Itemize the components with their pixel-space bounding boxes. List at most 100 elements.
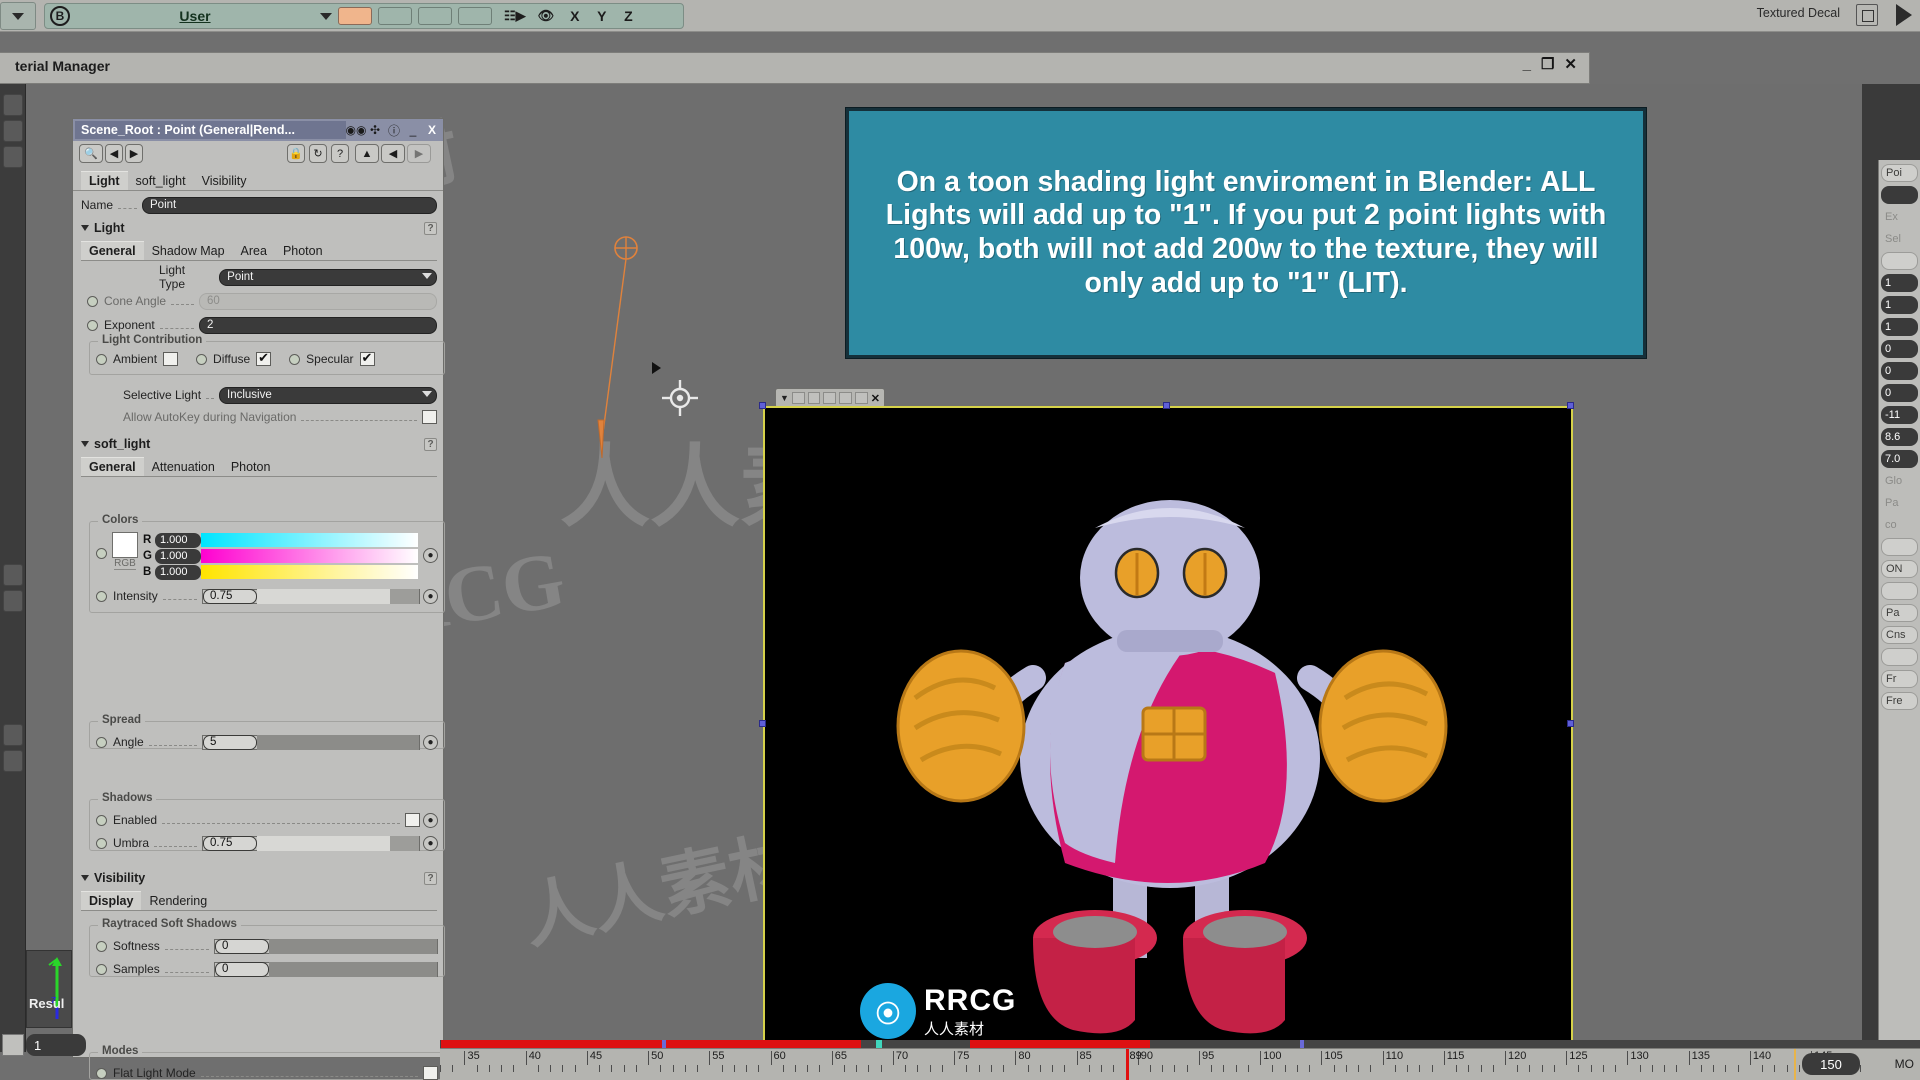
right-item-11[interactable]: -11 [1881,406,1918,424]
name-input[interactable]: Point [142,196,437,214]
tab-visibility[interactable]: Visibility [194,172,255,190]
enabled-checkbox[interactable] [405,813,420,827]
tab-photon[interactable]: Photon [275,242,331,260]
ambient-checkbox[interactable] [163,352,179,366]
inspect-icon[interactable]: 🔍 [79,144,103,163]
right-item-23[interactable]: Fr [1881,670,1918,688]
eye-icon[interactable]: 👁 [538,8,555,24]
playback-button[interactable] [2,1034,24,1056]
tab-general[interactable]: General [81,241,144,260]
right-item-16[interactable]: co [1881,516,1918,534]
close-button[interactable]: X [424,122,440,138]
enabled-expand-button[interactable]: ● [423,812,438,828]
camera-icon[interactable]: ☷▶ [504,8,526,24]
specular-checkbox[interactable] [359,350,375,366]
angle-animate-radio[interactable] [96,736,107,748]
color-row-g[interactable]: G 1.000 [143,548,418,564]
exponent-row[interactable]: Exponent 2 [87,315,437,335]
umbra-expand-button[interactable]: ● [423,835,438,851]
collapse-triangle-icon[interactable] [81,441,89,447]
render-preview-image[interactable] [763,406,1573,1048]
right-item-15[interactable]: Pa [1881,494,1918,512]
flat-light-animate-radio[interactable] [96,1067,107,1079]
umbra-slider[interactable]: 0.75 [202,835,420,851]
right-item-2[interactable]: Ex [1881,208,1918,226]
g-slider[interactable] [201,549,418,563]
right-item-7[interactable]: 1 [1881,318,1918,336]
menu-chevron-down-icon[interactable]: ▼ [780,393,789,403]
softness-track[interactable] [269,938,437,954]
info-icon[interactable]: ⓘ [386,122,402,138]
display-mode-swatch-1[interactable] [338,7,372,25]
toolbar-cell-3[interactable] [823,392,837,404]
maximize-button[interactable]: ❐ [1541,57,1554,72]
selective-light-row[interactable]: Selective Light Inclusive [87,385,437,405]
intensity-slider[interactable]: 0.75 [202,588,420,604]
color-row-b[interactable]: B 1.000 [143,564,418,580]
tab-shadow-map[interactable]: Shadow Map [144,242,233,260]
softness-value[interactable]: 0 [215,938,269,954]
light-tabs[interactable]: General Shadow Map Area Photon [81,241,437,261]
b-value[interactable]: 1.000 [155,564,201,580]
rail-button-4[interactable] [3,564,23,586]
display-mode-swatch-3[interactable] [418,7,452,25]
right-item-9[interactable]: 0 [1881,362,1918,380]
textured-decal-label[interactable]: Textured Decal [1757,6,1840,20]
eyes-icon[interactable]: ◉◉ [346,122,367,138]
tab-attenuation[interactable]: Attenuation [144,458,223,476]
right-item-19[interactable] [1881,582,1918,600]
color-swatch[interactable] [112,532,138,558]
minimize-button[interactable]: _ [1523,57,1531,72]
visibility-section-header[interactable]: Visibility ? [81,871,437,885]
selection-handle-tl[interactable] [759,402,766,409]
right-item-1[interactable] [1881,186,1918,204]
color-animate-radio[interactable] [96,548,107,559]
toolbar-cell-4[interactable] [839,392,852,404]
angle-slider[interactable]: 5 [202,734,420,750]
globe-icon[interactable]: ✣ [367,122,383,138]
umbra-track[interactable] [257,835,419,851]
diffuse-checkbox[interactable] [256,350,272,366]
visibility-tabs[interactable]: Display Rendering [81,891,437,911]
b-slider[interactable] [201,565,418,579]
rail-button-5[interactable] [3,590,23,612]
help-icon[interactable]: ? [424,221,437,235]
tab-area[interactable]: Area [233,242,275,260]
intensity-track[interactable] [257,588,419,604]
enabled-animate-radio[interactable] [96,814,107,826]
samples-slider[interactable]: 0 [214,961,438,977]
move-left-icon[interactable]: ◀ [381,144,405,163]
ambient-animate-radio[interactable] [96,353,107,365]
right-item-21[interactable]: Cns [1881,626,1918,644]
help-icon[interactable]: ? [424,437,437,451]
intensity-row[interactable]: Intensity 0.75 ● [96,586,438,606]
close-icon[interactable]: ✕ [871,392,880,405]
close-button[interactable]: ✕ [1564,57,1577,72]
collapse-triangle-icon[interactable] [81,225,89,231]
display-mode-swatch-2[interactable] [378,7,412,25]
soft-light-section-header[interactable]: soft_light ? [81,437,437,451]
right-item-12[interactable]: 8.6 [1881,428,1918,446]
toolbar-left-dropdown[interactable] [0,2,36,30]
samples-value[interactable]: 0 [215,961,269,977]
light-type-row[interactable]: Light Type Point [87,263,437,291]
color-row-r[interactable]: R 1.000 [143,532,418,548]
tab-rendering[interactable]: Rendering [141,892,215,910]
nav-prev-button[interactable]: ◀ [105,144,123,163]
toolbar-cell-1[interactable] [791,392,805,404]
move-right-icon[interactable]: ▶ [407,144,431,163]
cone-angle-animate-radio[interactable] [87,295,98,307]
textured-decal-icon[interactable] [1856,4,1878,26]
umbra-row[interactable]: Umbra 0.75 ● [96,833,438,853]
softness-row[interactable]: Softness 0 [96,936,438,956]
intensity-value[interactable]: 0.75 [203,588,257,604]
right-item-17[interactable] [1881,538,1918,556]
result-preview-box[interactable]: z Resul [26,950,72,1028]
samples-animate-radio[interactable] [96,963,107,975]
point-light-gizmo[interactable] [580,230,660,490]
rail-button-7[interactable] [3,750,23,772]
flat-light-mode-row[interactable]: Flat Light Mode [96,1063,438,1080]
view-name-label[interactable]: User [70,8,320,24]
right-item-14[interactable]: Glo [1881,472,1918,490]
cone-angle-input[interactable]: 60 [199,292,437,310]
